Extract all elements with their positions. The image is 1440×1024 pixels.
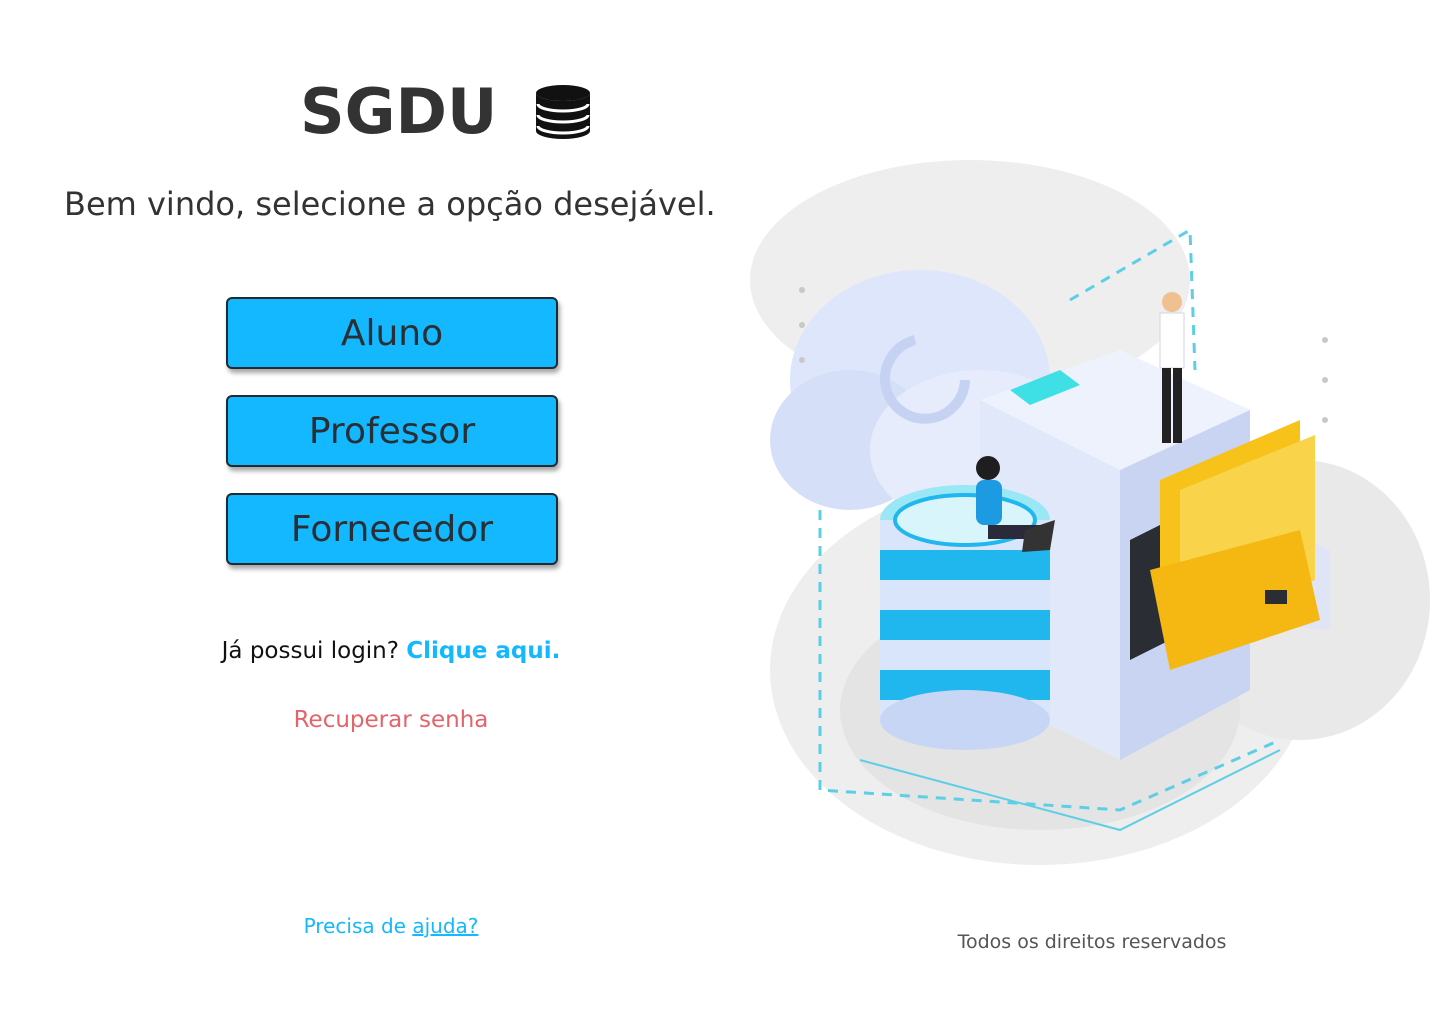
brand: SGDU — [300, 72, 593, 152]
help-link[interactable]: ajuda? — [412, 914, 478, 938]
login-link[interactable]: Clique aqui. — [406, 638, 560, 664]
help-line: Precisa de ajuda? — [0, 914, 782, 938]
fornecedor-button[interactable]: Fornecedor — [226, 493, 558, 565]
login-prompt: Já possui login? — [221, 638, 399, 664]
footer-rights: Todos os direitos reservados — [957, 931, 1227, 953]
brand-title: SGDU — [300, 75, 498, 148]
database-icon — [536, 85, 591, 139]
welcome-text: Bem vindo, selecione a opção desejável. — [64, 185, 716, 223]
help-prefix: Precisa de — [303, 914, 406, 938]
login-prompt-line: Já possui login? Clique aqui. — [0, 638, 782, 664]
aluno-button[interactable]: Aluno — [226, 297, 558, 369]
recover-password-link[interactable]: Recuperar senha — [0, 707, 782, 733]
professor-button[interactable]: Professor — [226, 395, 558, 467]
cloud-database-illustration — [750, 160, 1430, 865]
